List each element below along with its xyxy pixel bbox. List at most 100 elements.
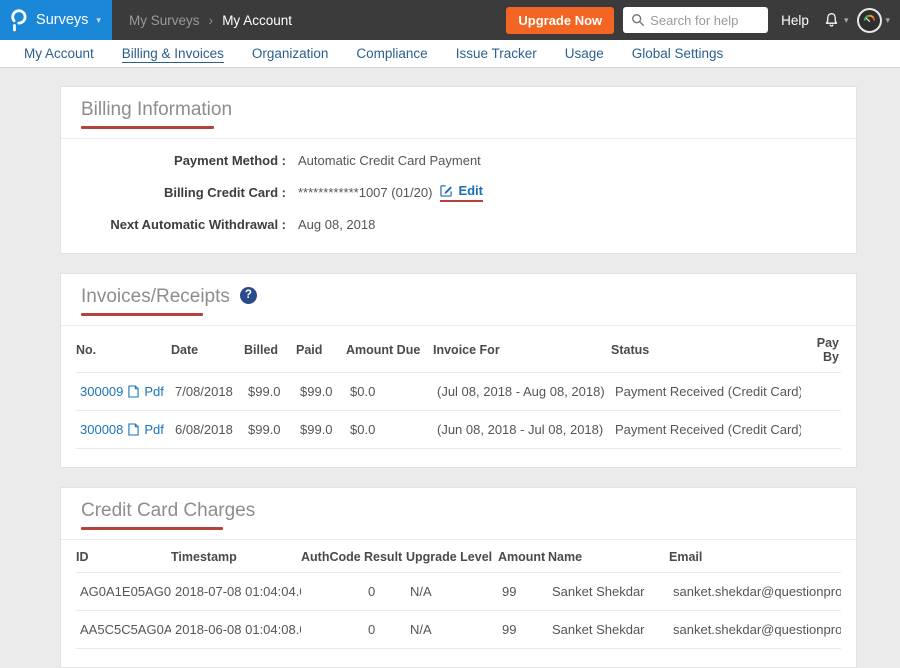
charge-id: AG0A1E05AG0A (76, 573, 171, 611)
col-id: ID (76, 540, 171, 573)
invoice-billed: $99.0 (244, 373, 296, 411)
edit-card-link[interactable]: Edit (440, 183, 483, 202)
section-title: Invoices/Receipts (81, 286, 230, 308)
col-upgrade-level: Upgrade Level (406, 540, 498, 573)
col-email: Email (669, 540, 841, 573)
charge-upgrade-level: N/A (406, 573, 498, 611)
top-bar: Surveys ▾ My Surveys › My Account Upgrad… (0, 0, 900, 40)
breadcrumb-my-surveys[interactable]: My Surveys (129, 13, 200, 28)
invoice-for: (Jun 08, 2018 - Jul 08, 2018) (433, 411, 611, 449)
billing-information-section: Billing Information Payment Method : Aut… (60, 86, 857, 254)
col-amount-due: Amount Due (346, 326, 433, 373)
invoices-header: Invoices/Receipts? (61, 274, 856, 326)
avatar (857, 8, 882, 33)
invoice-paid: $99.0 (296, 373, 346, 411)
col-paid: Paid (296, 326, 346, 373)
tab-label: Global Settings (632, 46, 724, 61)
charge-name: Sanket Shekdar (548, 573, 669, 611)
charge-name: Sanket Shekdar (548, 611, 669, 649)
invoices-section: Invoices/Receipts? No. Date Billed Paid … (60, 273, 857, 468)
tab-usage[interactable]: Usage (551, 46, 618, 61)
account-menu[interactable]: ▾ (851, 8, 890, 33)
tab-my-account[interactable]: My Account (10, 46, 108, 61)
masked-card-number: ************1007 (01/20) (298, 185, 432, 200)
col-billed: Billed (244, 326, 296, 373)
title-underline (81, 126, 214, 129)
billing-credit-card-label: Billing Credit Card : (81, 185, 286, 200)
invoice-number-link[interactable]: 300009 (80, 384, 123, 399)
charges-section: Credit Card Charges ID Timestamp AuthCod… (60, 487, 857, 668)
invoices-table-wrap: No. Date Billed Paid Amount Due Invoice … (61, 326, 856, 467)
tab-issue-tracker[interactable]: Issue Tracker (442, 46, 551, 61)
invoice-billed: $99.0 (244, 411, 296, 449)
invoice-pdf-link[interactable]: Pdf (144, 422, 164, 437)
upgrade-now-button[interactable]: Upgrade Now (506, 7, 614, 34)
col-amount: Amount (498, 540, 548, 573)
pdf-icon (128, 385, 139, 398)
invoice-status: Payment Received (Credit Card) (611, 373, 801, 411)
payment-method-value: Automatic Credit Card Payment (298, 153, 481, 168)
col-timestamp: Timestamp (171, 540, 301, 573)
charge-authcode (301, 611, 364, 649)
title-underline (81, 527, 223, 530)
charge-email: sanket.shekdar@questionpro.com (669, 611, 841, 649)
tab-label: Compliance (356, 46, 427, 61)
product-switcher[interactable]: Surveys ▾ (0, 0, 112, 40)
breadcrumb: My Surveys › My Account (129, 12, 292, 28)
help-link[interactable]: Help (781, 13, 809, 28)
breadcrumb-separator-icon: › (209, 12, 214, 28)
billing-information-header: Billing Information (61, 87, 856, 139)
account-tabs: My Account Billing & Invoices Organizati… (0, 40, 900, 68)
edit-icon (440, 184, 453, 197)
tab-global-settings[interactable]: Global Settings (618, 46, 738, 61)
col-pay-by: Pay By (801, 326, 841, 373)
invoice-date: 6/08/2018 (171, 411, 244, 449)
invoice-row: 300008 Pdf 6/08/2018 $99.0 $99.0 $0. (76, 411, 841, 449)
payment-method-row: Payment Method : Automatic Credit Card P… (81, 153, 836, 168)
billing-credit-card-row: Billing Credit Card : ************1007 (… (81, 183, 836, 202)
billing-credit-card-value: ************1007 (01/20) Edit (298, 183, 483, 202)
billing-info-rows: Payment Method : Automatic Credit Card P… (61, 139, 856, 253)
col-result: Result (364, 540, 406, 573)
topbar-right: Upgrade Now Help ▾ (506, 7, 900, 34)
chevron-down-icon: ▾ (844, 16, 849, 25)
section-title: Billing Information (81, 99, 232, 121)
invoice-date: 7/08/2018 (171, 373, 244, 411)
charge-authcode (301, 573, 364, 611)
help-icon[interactable]: ? (240, 287, 257, 304)
questionpro-logo-icon (11, 8, 28, 32)
help-search (623, 7, 768, 33)
next-withdrawal-row: Next Automatic Withdrawal : Aug 08, 2018 (81, 217, 836, 232)
invoice-status: Payment Received (Credit Card) (611, 411, 801, 449)
invoice-pdf-link[interactable]: Pdf (144, 384, 164, 399)
tab-label: Organization (252, 46, 329, 61)
table-header-row: ID Timestamp AuthCode Result Upgrade Lev… (76, 540, 841, 573)
charges-table-wrap: ID Timestamp AuthCode Result Upgrade Lev… (61, 540, 856, 667)
tab-billing-invoices[interactable]: Billing & Invoices (108, 46, 238, 61)
charge-result: 0 (364, 573, 406, 611)
section-title: Credit Card Charges (81, 500, 255, 522)
invoice-pay-by (801, 373, 841, 411)
invoice-number-link[interactable]: 300008 (80, 422, 123, 437)
product-name: Surveys (36, 12, 88, 28)
col-invoice-for: Invoice For (433, 326, 611, 373)
charge-timestamp: 2018-06-08 01:04:08.0 (171, 611, 301, 649)
invoice-amount-due: $0.0 (346, 411, 433, 449)
notifications-button[interactable]: ▾ (822, 11, 849, 30)
chevron-down-icon: ▾ (96, 16, 101, 25)
charge-timestamp: 2018-07-08 01:04:04.0 (171, 573, 301, 611)
col-date: Date (171, 326, 244, 373)
invoice-row: 300009 Pdf 7/08/2018 $99.0 $99.0 $0. (76, 373, 841, 411)
charge-amount: 99 (498, 573, 548, 611)
pdf-icon (128, 423, 139, 436)
title-underline (81, 313, 203, 316)
col-status: Status (611, 326, 801, 373)
breadcrumb-my-account: My Account (222, 13, 292, 28)
content: Billing Information Payment Method : Aut… (0, 68, 900, 668)
charge-amount: 99 (498, 611, 548, 649)
charge-upgrade-level: N/A (406, 611, 498, 649)
invoice-amount-due: $0.0 (346, 373, 433, 411)
tab-organization[interactable]: Organization (238, 46, 343, 61)
tab-compliance[interactable]: Compliance (342, 46, 441, 61)
invoice-for: (Jul 08, 2018 - Aug 08, 2018) (433, 373, 611, 411)
